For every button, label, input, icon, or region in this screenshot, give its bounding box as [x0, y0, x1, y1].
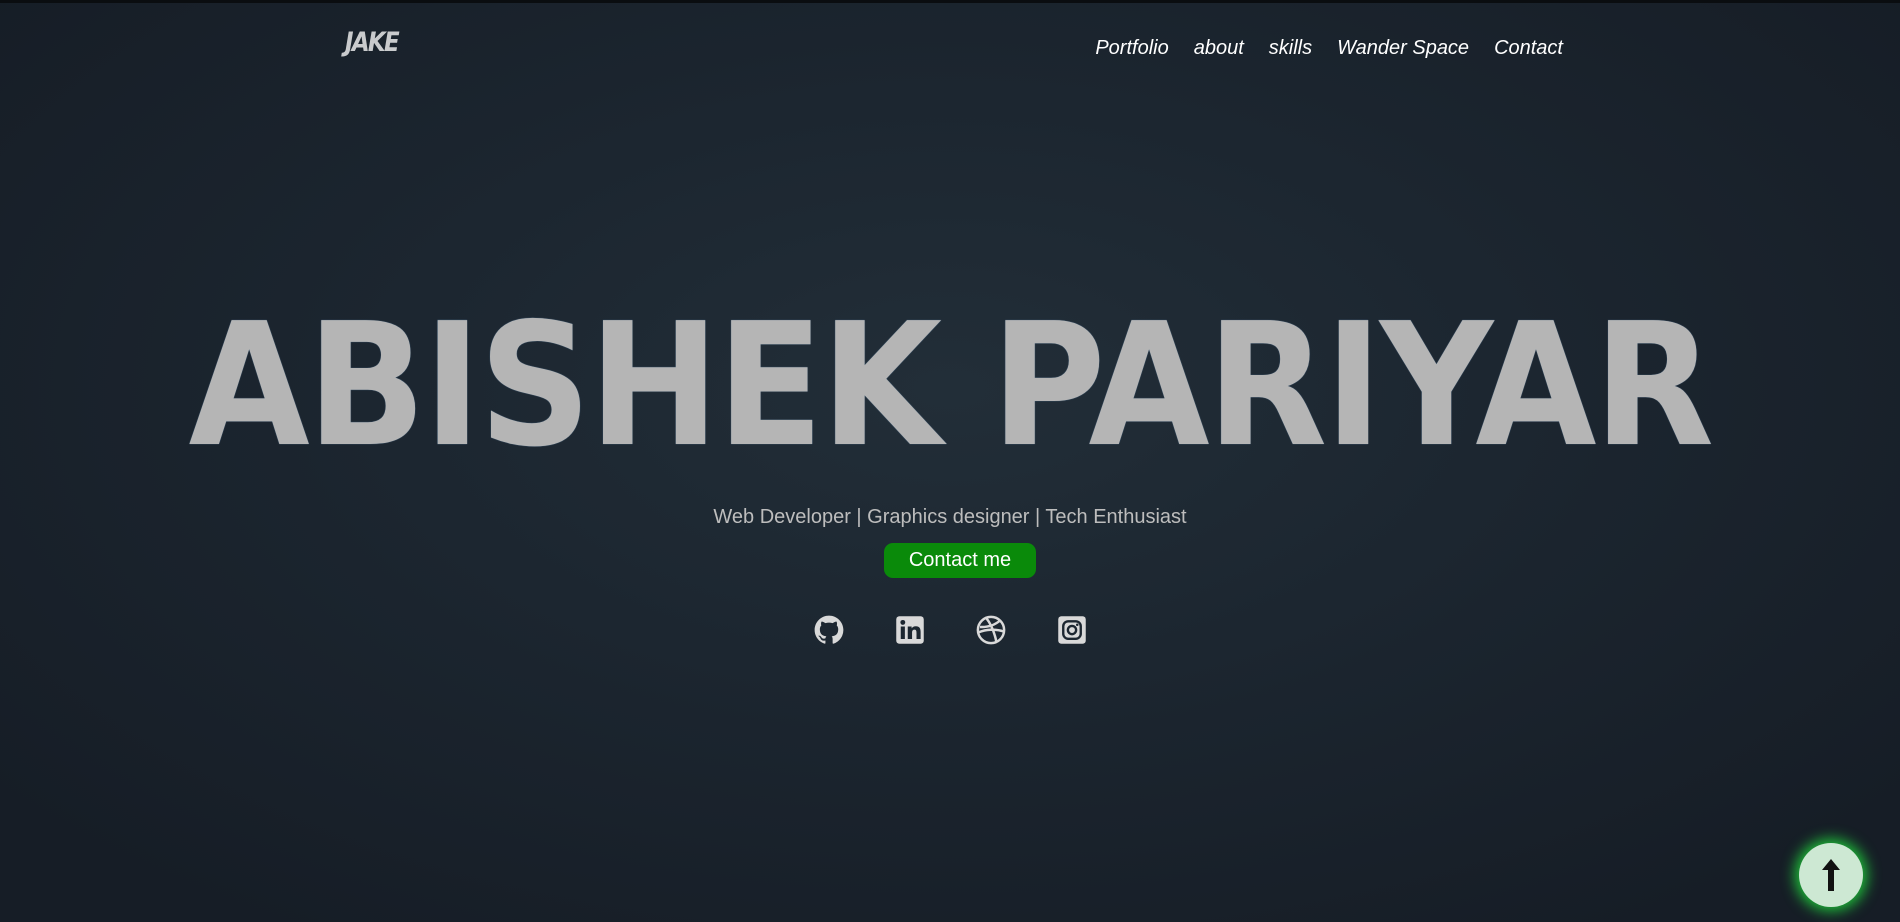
instagram-icon[interactable]	[1057, 615, 1087, 645]
main-nav: Portfolio about skills Wander Space Cont…	[1070, 36, 1563, 60]
nav-link-portfolio[interactable]: Portfolio	[1095, 36, 1168, 60]
nav-link-wander-space[interactable]: Wander Space	[1337, 36, 1469, 60]
site-logo[interactable]: JAKE	[345, 27, 400, 58]
nav-link-about[interactable]: about	[1194, 36, 1244, 60]
page: JAKE Portfolio about skills Wander Space…	[0, 0, 1900, 922]
dribbble-icon[interactable]	[976, 615, 1006, 645]
hero-subtitle: Web Developer | Graphics designer | Tech…	[713, 506, 1187, 528]
scroll-to-top-button[interactable]	[1799, 843, 1863, 907]
hero-name: ABISHEK PARIYAR	[188, 287, 1715, 485]
nav-link-contact[interactable]: Contact	[1494, 36, 1563, 60]
social-links	[0, 615, 1900, 645]
contact-me-button[interactable]: Contact me	[884, 543, 1036, 578]
arrow-up-icon	[1822, 859, 1840, 891]
nav-link-skills[interactable]: skills	[1269, 36, 1312, 60]
github-icon[interactable]	[814, 615, 844, 645]
linkedin-icon[interactable]	[895, 615, 925, 645]
